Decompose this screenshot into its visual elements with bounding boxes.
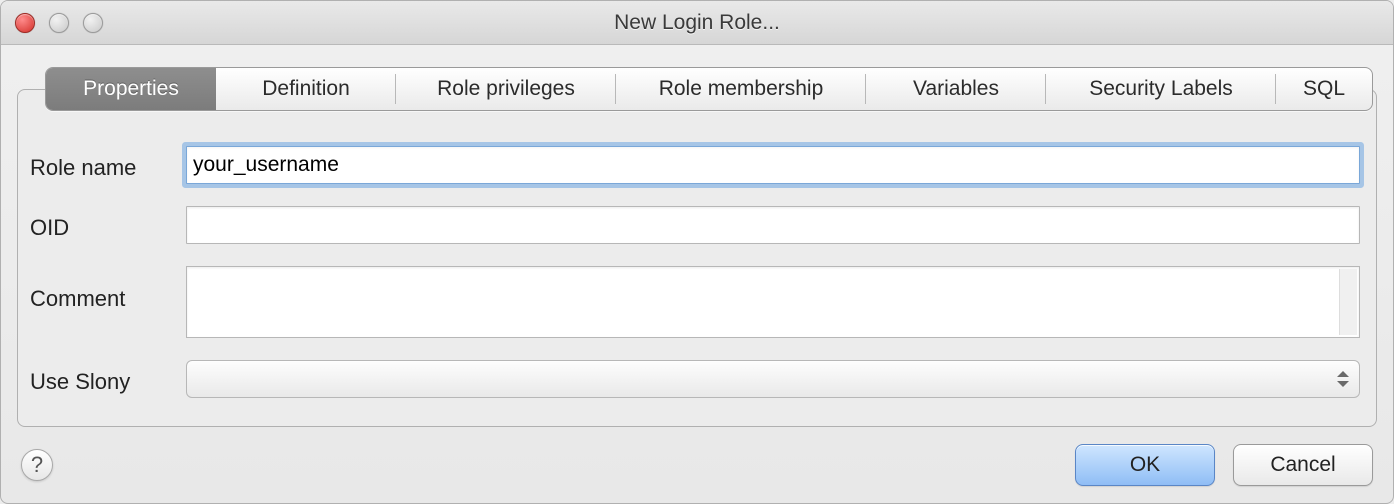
row-comment: Comment: [26, 266, 1360, 338]
chevron-down-icon: [1337, 381, 1349, 387]
minimize-icon[interactable]: [49, 13, 69, 33]
tabstrip: Properties Definition Role privileges Ro…: [45, 67, 1373, 111]
chevron-up-icon: [1337, 371, 1349, 377]
comment-textarea[interactable]: [186, 266, 1360, 338]
tab-definition[interactable]: Definition: [216, 68, 396, 110]
label-role-name: Role name: [26, 149, 186, 181]
zoom-icon[interactable]: [83, 13, 103, 33]
help-button[interactable]: ?: [21, 449, 53, 481]
tab-sql[interactable]: SQL: [1276, 68, 1372, 110]
close-icon[interactable]: [15, 13, 35, 33]
tab-security-labels[interactable]: Security Labels: [1046, 68, 1276, 110]
tab-role-membership[interactable]: Role membership: [616, 68, 866, 110]
use-slony-combobox[interactable]: [186, 360, 1360, 398]
tab-role-privileges[interactable]: Role privileges: [396, 68, 616, 110]
footer: ? OK Cancel: [1, 427, 1393, 503]
window-title: New Login Role...: [614, 11, 780, 35]
ok-button[interactable]: OK: [1075, 444, 1215, 486]
label-use-slony: Use Slony: [26, 363, 186, 395]
stepper-icon: [1337, 371, 1353, 387]
tab-variables[interactable]: Variables: [866, 68, 1046, 110]
oid-input[interactable]: [186, 206, 1360, 244]
label-oid: OID: [26, 209, 186, 241]
content-area: Role name OID Comment: [1, 45, 1393, 503]
cancel-button[interactable]: Cancel: [1233, 444, 1373, 486]
role-name-input[interactable]: [186, 146, 1360, 184]
row-use-slony: Use Slony: [26, 360, 1360, 398]
tab-properties[interactable]: Properties: [46, 68, 216, 110]
titlebar: New Login Role...: [1, 1, 1393, 45]
row-oid: OID: [26, 206, 1360, 244]
dialog-window: New Login Role... Role name OID: [0, 0, 1394, 504]
scrollbar[interactable]: [1339, 269, 1357, 335]
tab-panel: Role name OID Comment: [17, 89, 1377, 427]
row-role-name: Role name: [26, 146, 1360, 184]
window-controls: [15, 13, 103, 33]
label-comment: Comment: [26, 266, 186, 312]
properties-form: Role name OID Comment: [18, 136, 1376, 398]
